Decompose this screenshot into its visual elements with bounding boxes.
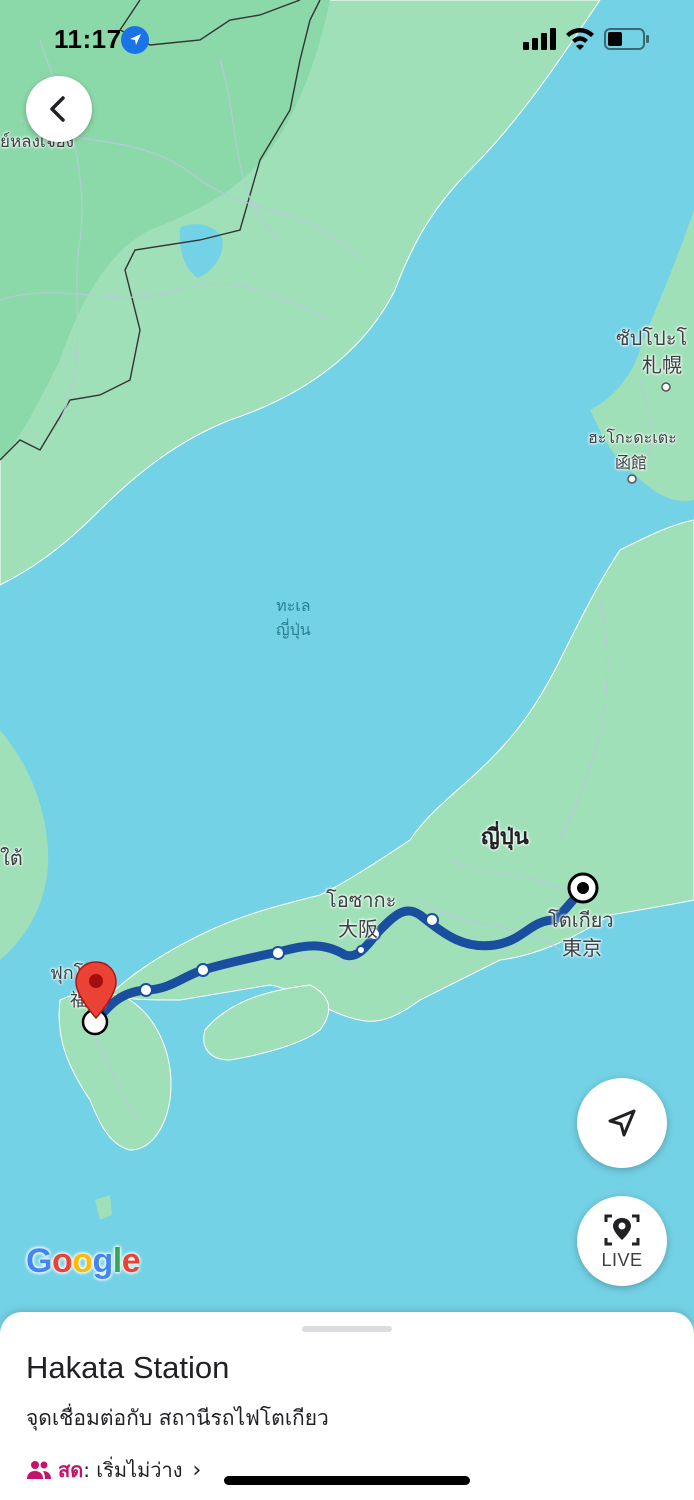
location-services-icon — [121, 26, 149, 54]
chevron-left-icon — [50, 96, 65, 122]
google-logo-letter-o2: o — [72, 1242, 93, 1280]
google-logo-letter-e: e — [121, 1242, 141, 1280]
map-label-osaka-th: โอซากะ — [326, 888, 397, 912]
chevron-right-icon: › — [192, 1457, 202, 1483]
map-label-hakodate-th: ฮะโกะดะเตะ — [588, 428, 677, 447]
place-subtitle: จุดเชื่อมต่อกับ สถานีรถไฟโตเกียว — [26, 1406, 329, 1430]
map-label-osaka-jp: 大阪 — [338, 917, 378, 941]
map-label-hakodate-jp: 函館 — [615, 453, 648, 472]
live-status-text: : เริ่มไม่ว่าง — [83, 1458, 183, 1482]
sheet-drag-handle[interactable] — [302, 1326, 392, 1332]
my-location-button[interactable] — [577, 1078, 667, 1168]
live-view-label: LIVE — [601, 1249, 643, 1270]
google-logo-letter-g: G — [26, 1242, 52, 1280]
google-logo: Google — [26, 1242, 141, 1281]
map-label-japan: ญี่ปุ่น — [481, 825, 529, 850]
map-label-left-fragment: ใต้ — [0, 846, 23, 870]
people-icon — [27, 1461, 51, 1479]
google-logo-letter-o1: o — [51, 1242, 73, 1280]
map-label-sapporo-jp: 札幌 — [642, 353, 682, 377]
live-label: สด — [58, 1458, 84, 1482]
google-logo-letter-l: l — [112, 1242, 122, 1280]
sea-label-line2: ญี่ปุ่น — [276, 620, 311, 639]
live-busyness-row[interactable]: สด : เริ่มไม่ว่าง › — [26, 1454, 201, 1486]
navigation-arrow-icon — [608, 1109, 636, 1137]
status-time: 11:17 — [54, 24, 122, 54]
sea-label-line1: ทะเล — [276, 596, 311, 615]
back-button[interactable] — [26, 76, 92, 142]
destination-pin-icon[interactable] — [74, 960, 118, 1020]
battery-icon — [604, 28, 649, 50]
wifi-icon — [566, 28, 594, 50]
place-bottom-sheet[interactable]: Hakata Station จุดเชื่อมต่อกับ สถานีรถไฟ… — [0, 1312, 694, 1500]
map-label-sea-of-japan: ทะเล ญี่ปุ่น — [276, 594, 311, 642]
live-view-icon — [604, 1214, 640, 1245]
status-bar: 11:17 — [0, 0, 694, 80]
home-indicator[interactable] — [224, 1476, 470, 1485]
place-title: Hakata Station — [26, 1350, 230, 1385]
live-view-button[interactable]: LIVE — [577, 1196, 667, 1286]
cellular-signal-icon — [523, 28, 556, 50]
map-label-tokyo-jp: 東京 — [562, 936, 602, 960]
google-logo-letter-g2: g — [92, 1242, 114, 1280]
